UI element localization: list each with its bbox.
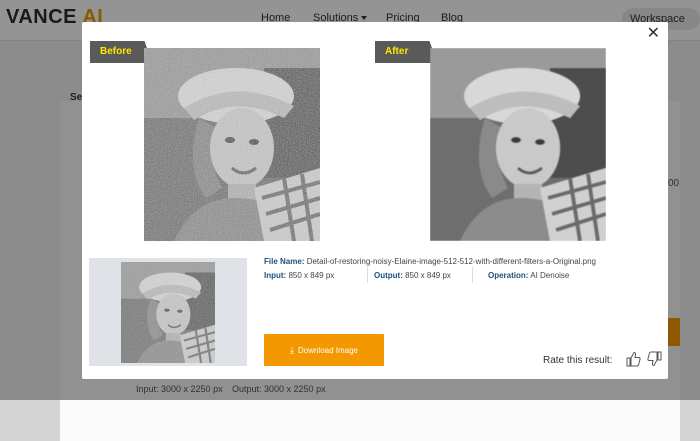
download-button-label: Download Image bbox=[297, 346, 359, 355]
thumbs-down-icon[interactable] bbox=[647, 351, 663, 367]
info-divider bbox=[367, 267, 368, 283]
close-icon[interactable]: ✕ bbox=[647, 26, 660, 42]
file-name-value: Detail-of-restoring-noisy-Elaine-image-5… bbox=[306, 257, 597, 266]
download-image-button[interactable]: ⤓ Download Image bbox=[264, 334, 384, 366]
after-image bbox=[430, 48, 606, 241]
result-preview-modal: ✕ Before After File Name: Detail-of-rest… bbox=[82, 22, 668, 379]
thumbs-up-icon[interactable] bbox=[625, 351, 641, 367]
input-size-value: 850 x 849 px bbox=[288, 271, 335, 280]
output-size-row: Output: 850 x 849 px bbox=[374, 271, 451, 280]
input-size-label: Input: bbox=[264, 271, 287, 280]
input-size-row: Input: 850 x 849 px bbox=[264, 271, 334, 280]
operation-value: AI Denoise bbox=[530, 271, 570, 280]
file-name-label: File Name: bbox=[264, 257, 305, 266]
before-image bbox=[144, 48, 320, 241]
download-icon: ⤓ bbox=[289, 345, 294, 355]
output-size-value: 850 x 849 px bbox=[405, 271, 451, 280]
thumbnail-image[interactable] bbox=[121, 262, 215, 363]
output-size-label: Output: bbox=[374, 271, 403, 280]
before-label: Before bbox=[90, 41, 152, 63]
operation-label: Operation: bbox=[488, 271, 529, 280]
file-name-row: File Name: Detail-of-restoring-noisy-Ela… bbox=[264, 257, 596, 266]
after-label: After bbox=[375, 41, 437, 63]
rate-result-label: Rate this result: bbox=[543, 355, 613, 366]
info-divider bbox=[472, 267, 473, 283]
operation-row: Operation: AI Denoise bbox=[488, 271, 569, 280]
